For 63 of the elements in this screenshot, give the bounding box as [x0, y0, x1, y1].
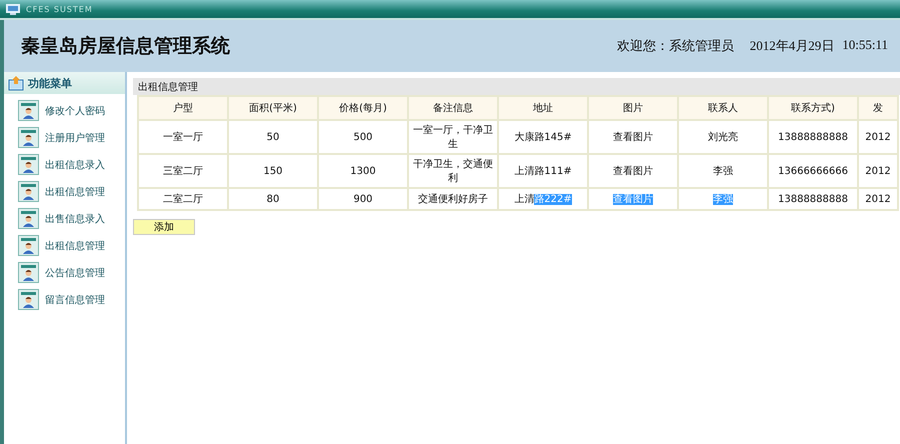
table-cell: 一室一厅，干净卫生: [408, 120, 498, 154]
add-button[interactable]: 添加: [133, 219, 195, 235]
address-text: 路222#: [534, 194, 572, 205]
table-cell: 李强: [678, 188, 768, 210]
sidebar-item[interactable]: 公告信息管理: [18, 262, 125, 283]
table-cell: 上清路111#: [498, 154, 588, 188]
table-cell: 刘光亮: [678, 120, 768, 154]
window-title: CFES SUSTEM: [26, 4, 93, 14]
table-cell: 干净卫生，交通便利: [408, 154, 498, 188]
table-cell: 一室一厅: [138, 120, 228, 154]
user-card-icon: [18, 154, 39, 175]
table-cell: 500: [318, 120, 408, 154]
sidebar-item[interactable]: 出租信息管理: [18, 235, 125, 256]
table-cell: 李强: [678, 154, 768, 188]
user-card-icon: [18, 208, 39, 229]
column-header: 备注信息: [408, 96, 498, 120]
user-card-icon: [18, 262, 39, 283]
table-cell: 50: [228, 120, 318, 154]
table-cell: 查看图片: [588, 120, 678, 154]
table-cell: 二室二厅: [138, 188, 228, 210]
column-header: 价格(每月): [318, 96, 408, 120]
system-title: 秦皇岛房屋信息管理系统: [21, 34, 230, 59]
table-cell: 交通便利好房子: [408, 188, 498, 210]
column-header: 面积(平米): [228, 96, 318, 120]
user-card-icon: [18, 181, 39, 202]
table-cell: 1300: [318, 154, 408, 188]
sidebar-item[interactable]: 出租信息管理: [18, 181, 125, 202]
column-header: 图片: [588, 96, 678, 120]
table-cell: 2012: [858, 154, 898, 188]
table-cell: 13888888888: [768, 188, 858, 210]
column-header: 联系方式): [768, 96, 858, 120]
sidebar-item[interactable]: 出租信息录入: [18, 154, 125, 175]
user-card-icon: [18, 100, 39, 121]
table-cell: 13666666666: [768, 154, 858, 188]
sidebar-item[interactable]: 留言信息管理: [18, 289, 125, 310]
table-cell: 查看图片: [588, 154, 678, 188]
column-header: 户型: [138, 96, 228, 120]
sidebar-item[interactable]: 注册用户管理: [18, 127, 125, 148]
panel-title: 出租信息管理: [133, 78, 900, 95]
column-header: 地址: [498, 96, 588, 120]
column-header: 发: [858, 96, 898, 120]
sidebar-item[interactable]: 出售信息录入: [18, 208, 125, 229]
sidebar-title: 功能菜单: [28, 76, 72, 90]
address-text: 上清: [514, 194, 534, 205]
table-cell: 900: [318, 188, 408, 210]
column-header: 联系人: [678, 96, 768, 120]
user-card-icon: [18, 235, 39, 256]
welcome-text: 欢迎您：系统管理员: [616, 37, 734, 55]
table-cell: 13888888888: [768, 120, 858, 154]
menu-folder-icon: [8, 76, 24, 90]
time-text: 10:55:11: [842, 37, 888, 54]
user-card-icon: [18, 289, 39, 310]
user-card-icon: [18, 127, 39, 148]
date-text: 2012年4月29日: [750, 37, 834, 55]
table-cell: 大康路145#: [498, 120, 588, 154]
table-cell: 80: [228, 188, 318, 210]
table-cell: 查看图片: [588, 188, 678, 210]
table-cell: 150: [228, 154, 318, 188]
sidebar-item[interactable]: 修改个人密码: [18, 100, 125, 121]
monitor-icon: [6, 4, 20, 14]
table-cell: 2012: [858, 120, 898, 154]
table-cell: 2012: [858, 188, 898, 210]
table-cell: 三室二厅: [138, 154, 228, 188]
